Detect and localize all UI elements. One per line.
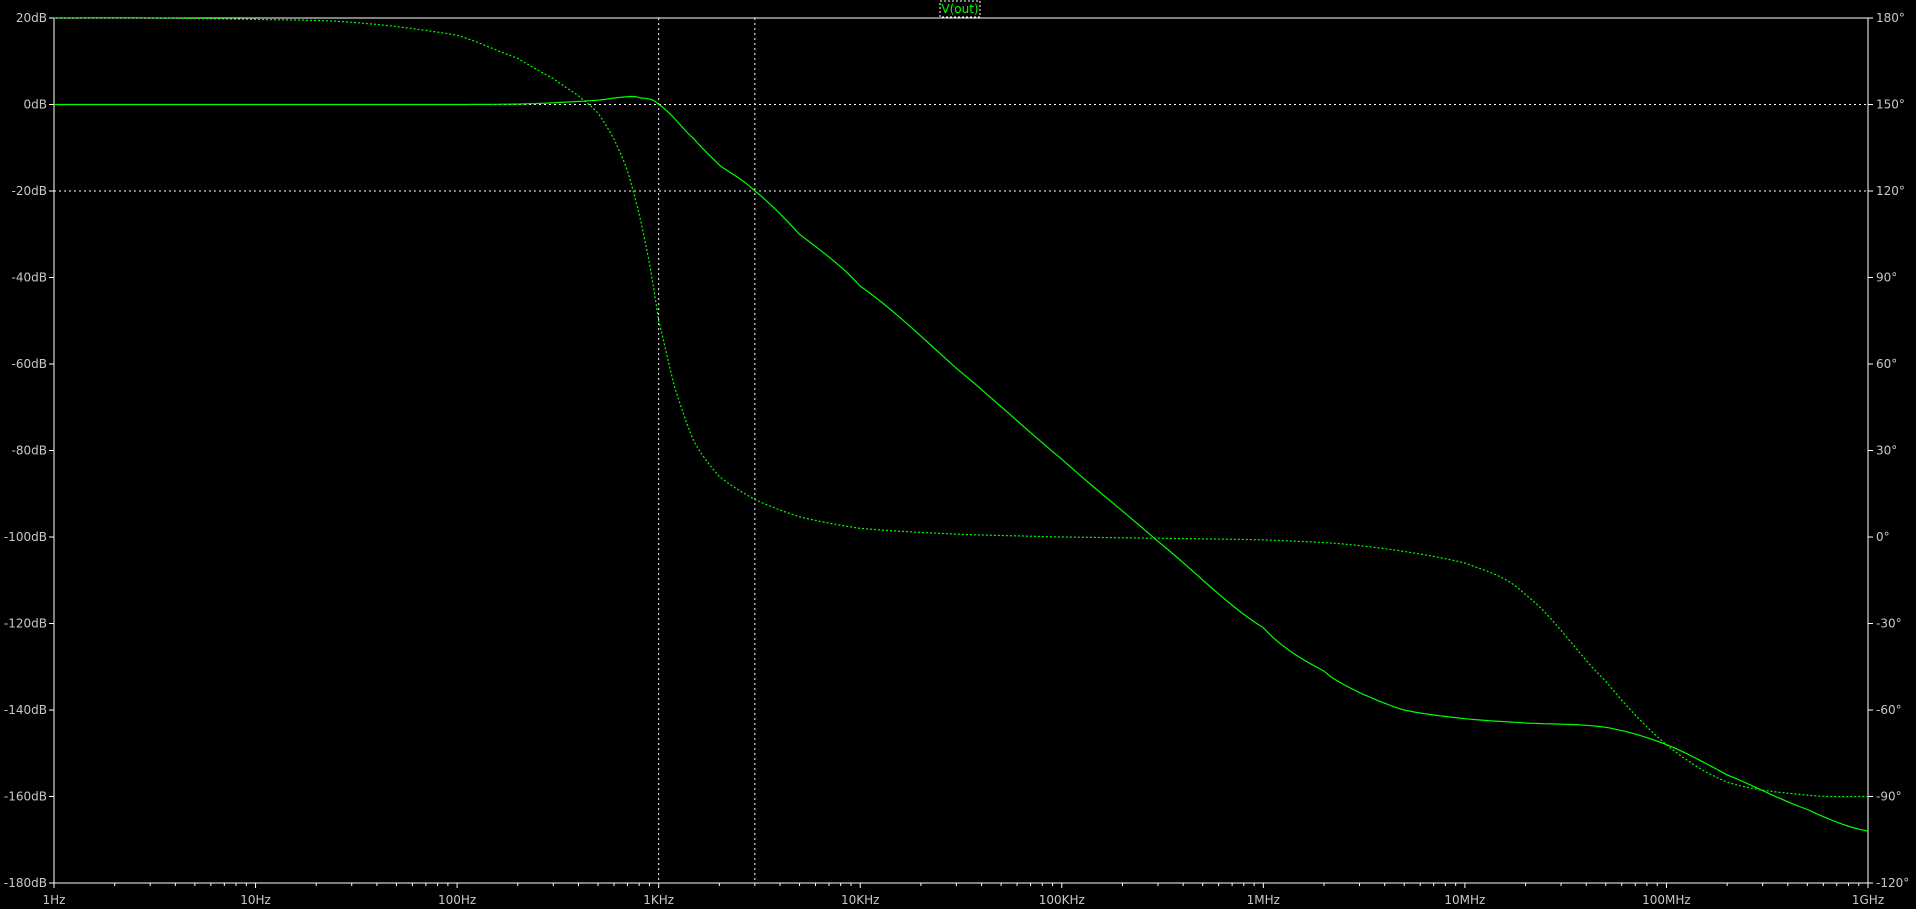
y-right-tick-label: -30° bbox=[1876, 617, 1902, 631]
y-left-tick-label: -120dB bbox=[4, 617, 47, 631]
x-tick-label: 10Hz bbox=[240, 893, 271, 907]
x-tick-label: 100MHz bbox=[1642, 893, 1691, 907]
y-right-tick-label: 0° bbox=[1876, 530, 1890, 544]
y-left-tick-label: 20dB bbox=[16, 11, 47, 25]
y-left-tick-label: -60dB bbox=[12, 357, 47, 371]
x-tick-label: 100Hz bbox=[438, 893, 476, 907]
x-tick-label: 100KHz bbox=[1039, 893, 1085, 907]
y-right-tick-label: 180° bbox=[1876, 11, 1905, 25]
y-left-tick-label: -180dB bbox=[4, 876, 47, 890]
y-right-tick-label: -90° bbox=[1876, 790, 1902, 804]
y-right-tick-label: 120° bbox=[1876, 184, 1905, 198]
y-left-tick-label: -140dB bbox=[4, 703, 47, 717]
y-left-tick-label: -40dB bbox=[12, 271, 47, 285]
x-tick-label: 1MHz bbox=[1247, 893, 1280, 907]
y-right-tick-label: 60° bbox=[1876, 357, 1897, 371]
bode-plot: 1Hz 10Hz 100Hz 1KHz 10KHz 100KHz 1MHz 10MHz 100M… bbox=[0, 0, 1916, 909]
y-left-tick-label: 0dB bbox=[24, 98, 47, 112]
y-left-tick-label: -100dB bbox=[4, 530, 47, 544]
plot-background bbox=[0, 0, 1916, 909]
y-left-tick-label: -80dB bbox=[12, 444, 47, 458]
x-tick-label: 1Hz bbox=[43, 893, 66, 907]
x-tick-label: 10MHz bbox=[1444, 893, 1485, 907]
x-tick-label: 1KHz bbox=[643, 893, 674, 907]
y-right-tick-label: -120° bbox=[1876, 876, 1909, 890]
trace-legend[interactable]: V(out) bbox=[939, 0, 981, 18]
y-right-tick-label: 90° bbox=[1876, 271, 1897, 285]
y-right-tick-label: 150° bbox=[1876, 98, 1905, 112]
trace-legend-label[interactable]: V(out) bbox=[941, 2, 978, 16]
y-left-tick-label: -160dB bbox=[4, 790, 47, 804]
y-right-tick-label: -60° bbox=[1876, 703, 1902, 717]
y-right-tick-label: 30° bbox=[1876, 444, 1897, 458]
x-tick-label: 10KHz bbox=[841, 893, 879, 907]
x-tick-label: 1GHz bbox=[1852, 893, 1884, 907]
y-left-tick-label: -20dB bbox=[12, 184, 47, 198]
